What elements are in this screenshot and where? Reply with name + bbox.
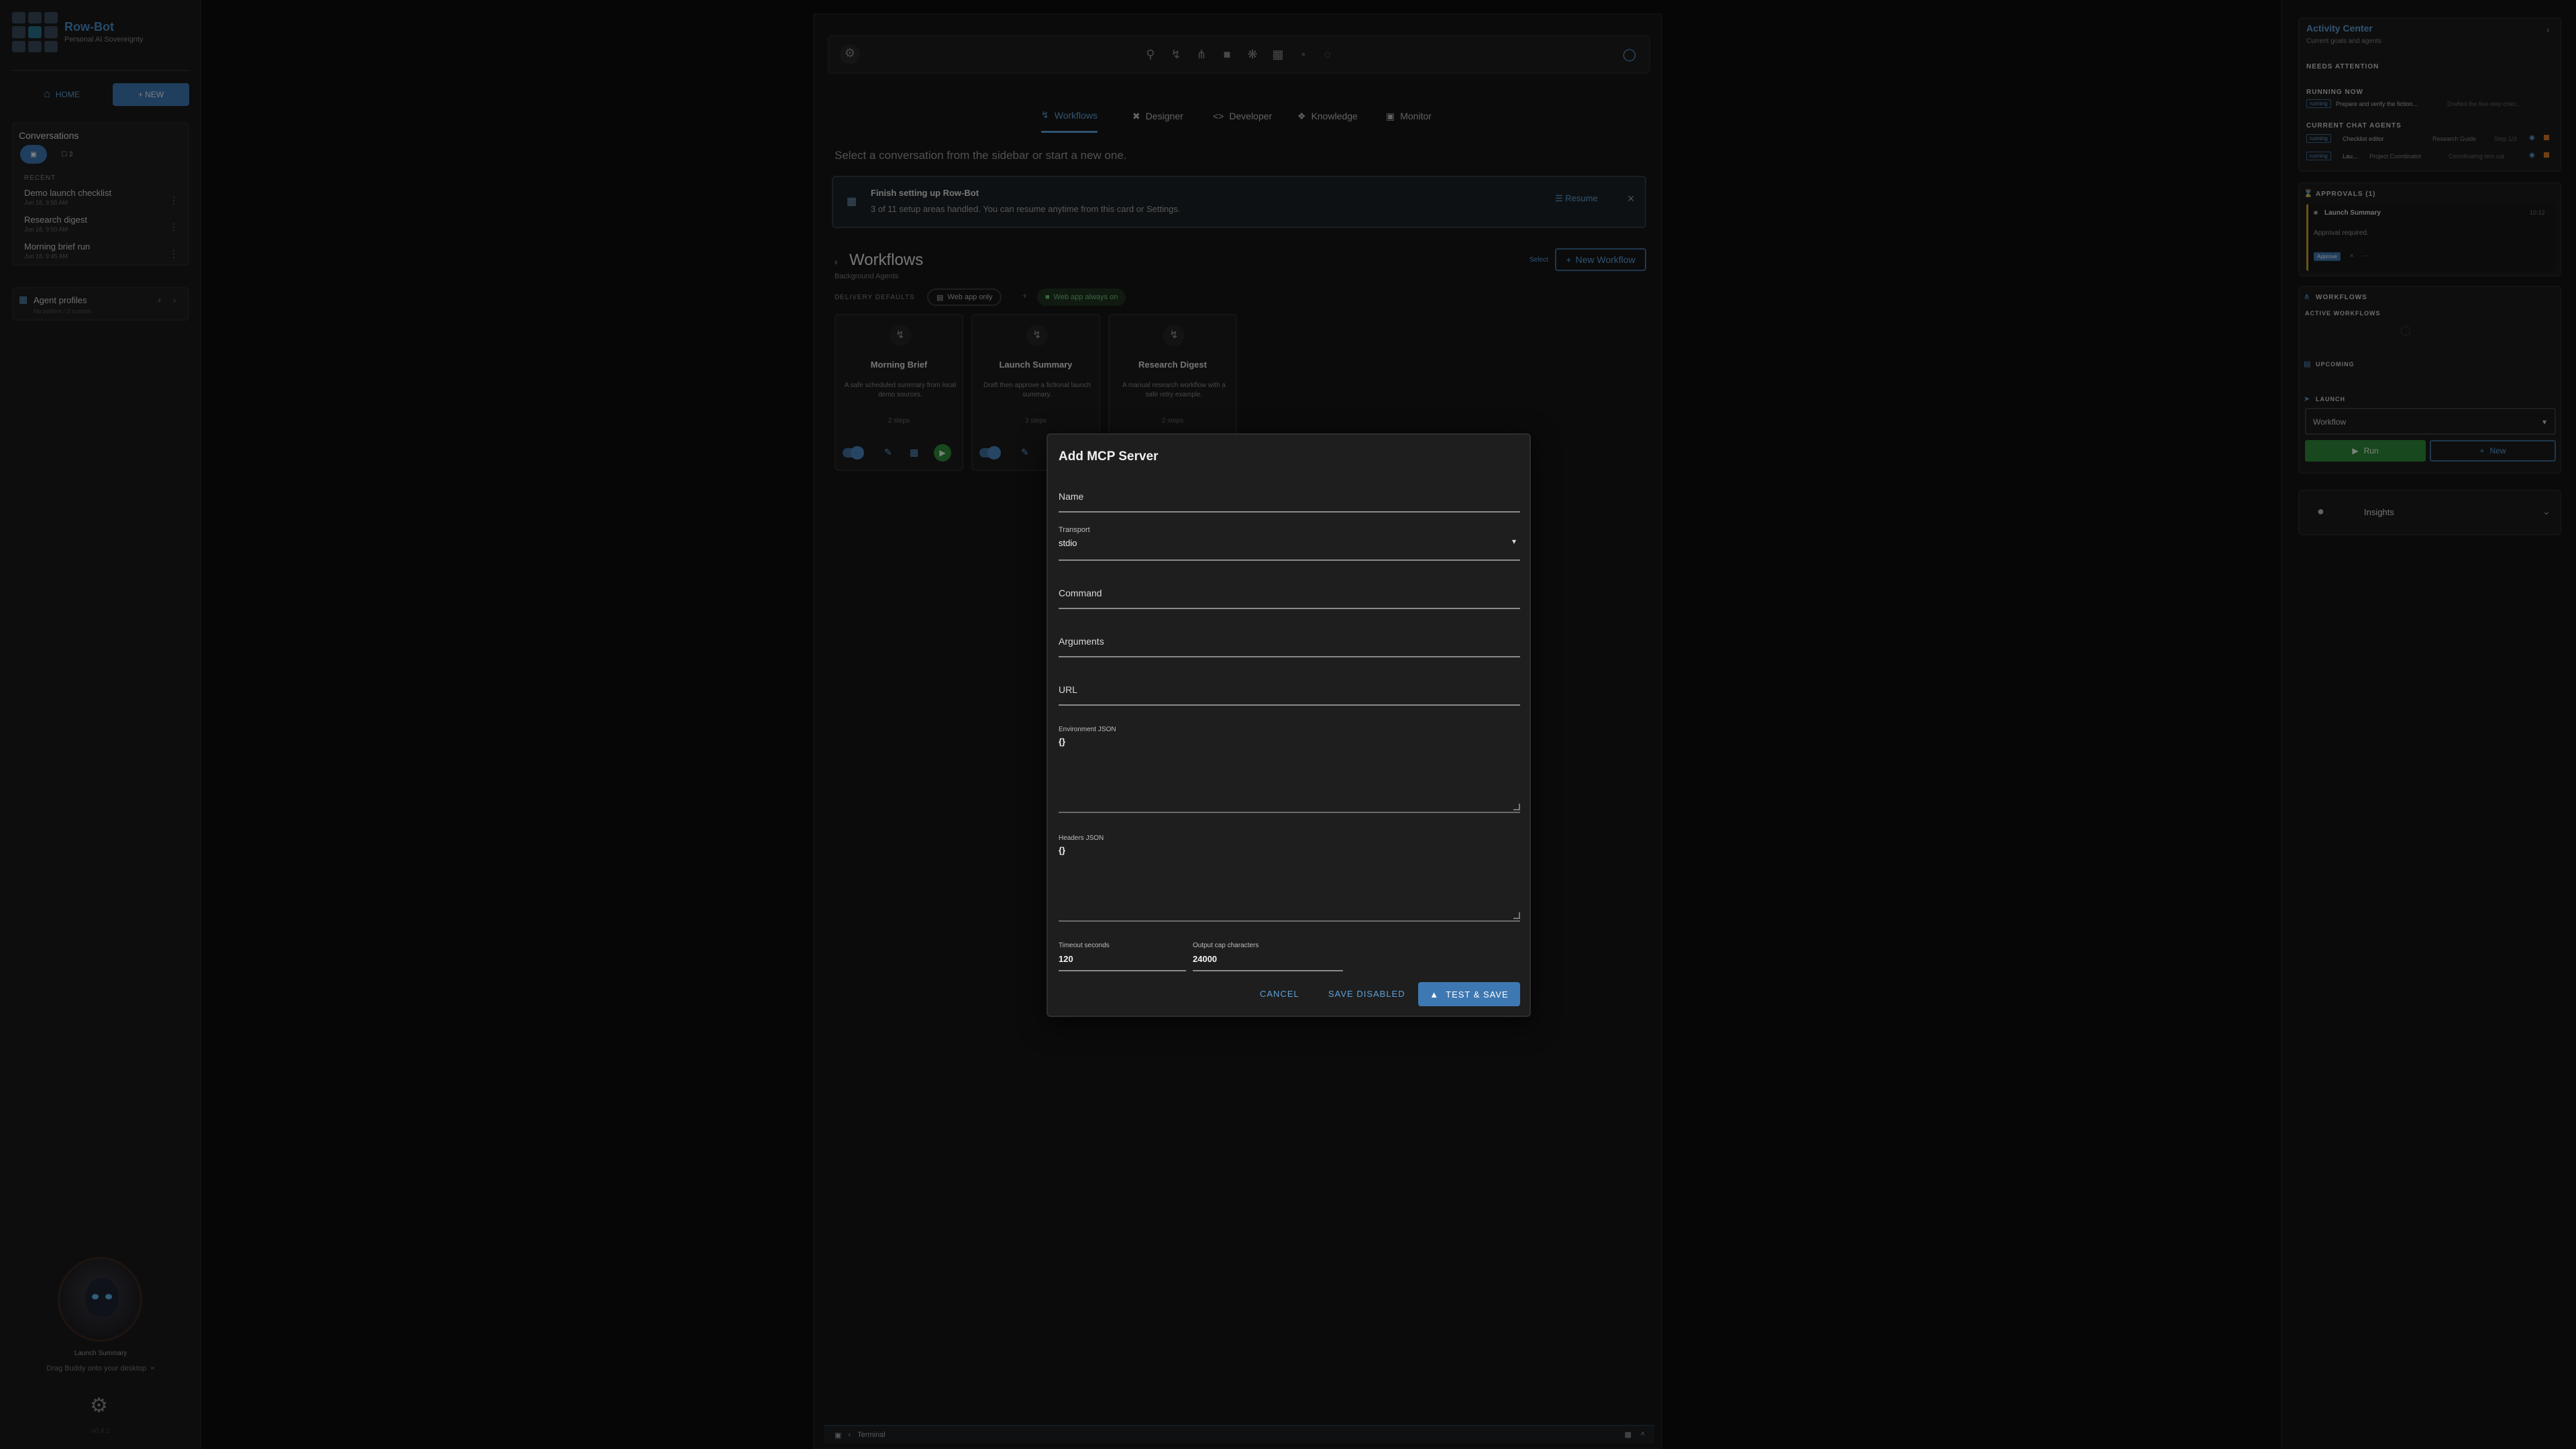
url-label: URL [1059,684,1078,695]
environment-json-value: {} [1059,737,1066,747]
headers-json-label: Headers JSON [1059,835,1104,842]
command-label: Command [1059,588,1102,598]
environment-json-field[interactable]: Environment JSON {} [1059,726,1520,813]
timeout-field[interactable]: Timeout seconds 120 [1059,942,1186,971]
dialog-title: Add MCP Server [1059,449,1159,464]
resize-grip-icon[interactable] [1513,804,1520,810]
transport-label: Transport [1059,526,1090,534]
url-field[interactable]: URL [1059,675,1520,706]
test-and-save-button[interactable]: ▲ TEST & SAVE [1418,982,1520,1006]
timeout-label: Timeout seconds [1059,942,1110,949]
name-label: Name [1059,491,1084,502]
output-cap-label: Output cap characters [1193,942,1259,949]
transport-value: stdio [1059,538,1077,548]
headers-json-value: {} [1059,845,1066,855]
arguments-field[interactable]: Arguments [1059,627,1520,657]
transport-select[interactable]: Transport stdio ▾ [1059,526,1520,561]
command-field[interactable]: Command [1059,578,1520,609]
add-mcp-server-dialog: Add MCP Server Name Transport stdio ▾ Co… [1046,433,1531,1017]
cancel-button[interactable]: CANCEL [1260,989,1299,999]
chevron-down-icon: ▾ [1511,537,1516,546]
name-field[interactable]: Name [1059,482,1520,513]
save-disabled-button[interactable]: SAVE DISABLED [1328,989,1405,999]
timeout-value: 120 [1059,954,1073,964]
output-cap-field[interactable]: Output cap characters 24000 [1193,942,1343,971]
headers-json-field[interactable]: Headers JSON {} [1059,835,1520,922]
arguments-label: Arguments [1059,636,1104,647]
environment-json-label: Environment JSON [1059,726,1116,733]
output-cap-value: 24000 [1193,954,1218,964]
resize-grip-icon[interactable] [1513,912,1520,919]
test-and-save-label: TEST & SAVE [1446,989,1509,1000]
flask-icon: ▲ [1430,989,1440,1000]
